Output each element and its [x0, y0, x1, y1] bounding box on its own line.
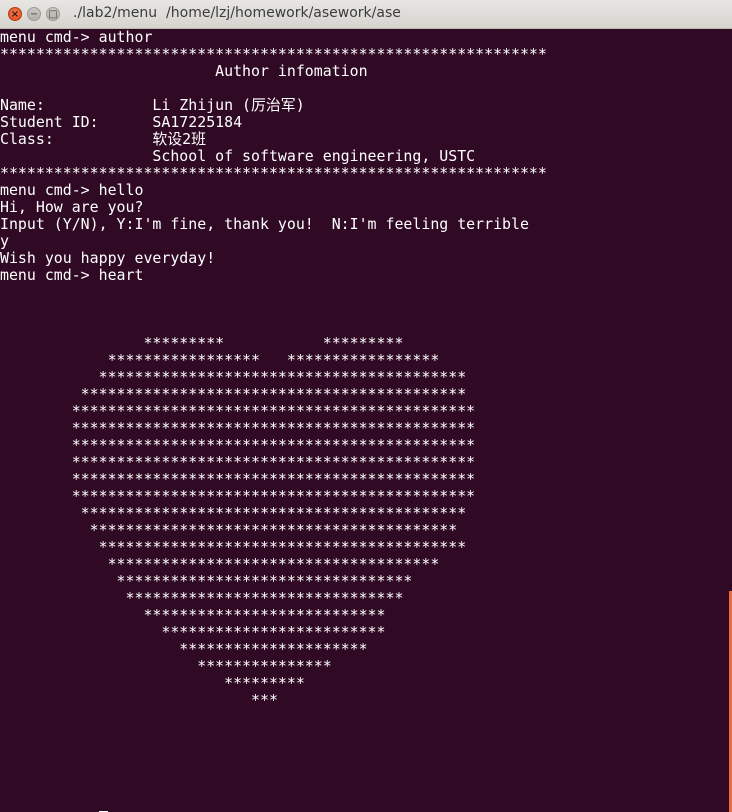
terminal-line: ****************************************…: [0, 368, 467, 386]
terminal-line: ****************************************…: [0, 538, 467, 556]
terminal-line: Class: 软设2班: [0, 130, 207, 148]
terminal-line: Author infomation: [0, 62, 368, 80]
terminal-line: ***: [0, 691, 278, 709]
terminal-line: ****************************************…: [0, 487, 476, 505]
terminal-line: Student ID: SA17225184: [0, 113, 243, 131]
terminal-line: ****************************************…: [0, 385, 467, 403]
terminal-line: ****************************************…: [0, 164, 547, 182]
terminal-line: ****************************************…: [0, 436, 476, 454]
terminal-line: ****************************************…: [0, 470, 476, 488]
terminal-line: ****************************************…: [0, 504, 467, 522]
terminal-line: ****************************************…: [0, 402, 476, 420]
terminal-line: Input (Y/N), Y:I'm fine, thank you! N:I'…: [0, 215, 529, 233]
terminal-line: ***************: [0, 657, 332, 675]
terminal-line: Wish you happy everyday!: [0, 249, 216, 267]
terminal-line: ***************************: [0, 606, 386, 624]
terminal-line: ****************************************…: [0, 453, 476, 471]
terminal-line: Name: Li Zhijun (厉治军): [0, 96, 305, 114]
terminal-line: Hi, How are you?: [0, 198, 144, 216]
terminal-line: ***************** *****************: [0, 351, 440, 369]
close-icon[interactable]: ×: [8, 7, 22, 21]
terminal-line: ****************************************…: [0, 521, 458, 539]
terminal-line: menu cmd-> author: [0, 29, 153, 46]
terminal-line: *********: [0, 674, 305, 692]
terminal-output[interactable]: menu cmd-> author ***********************…: [0, 29, 729, 812]
maximize-icon[interactable]: □: [46, 7, 60, 21]
terminal-window: × − □ ./lab2/menu /home/lzj/homework/ase…: [0, 0, 732, 812]
window-title: ./lab2/menu /home/lzj/homework/asework/a…: [73, 5, 401, 21]
terminal-line: menu cmd-> heart: [0, 266, 144, 284]
terminal-line: menu cmd-> hello: [0, 181, 144, 199]
terminal-line: *********************************: [0, 572, 413, 590]
terminal-line: *************************************: [0, 555, 440, 573]
title-bar[interactable]: × − □ ./lab2/menu /home/lzj/homework/ase…: [0, 0, 732, 29]
terminal-line: *************************: [0, 623, 386, 641]
terminal-line: ****************************************…: [0, 45, 547, 63]
terminal-line: y: [0, 232, 9, 250]
minimize-icon[interactable]: −: [27, 7, 41, 21]
terminal-line: ********* *********: [0, 334, 404, 352]
terminal-line: ****************************************…: [0, 419, 476, 437]
terminal-line: School of software engineering, USTC: [0, 147, 476, 165]
terminal-line: *******************************: [0, 589, 404, 607]
terminal-line: *********************: [0, 640, 368, 658]
